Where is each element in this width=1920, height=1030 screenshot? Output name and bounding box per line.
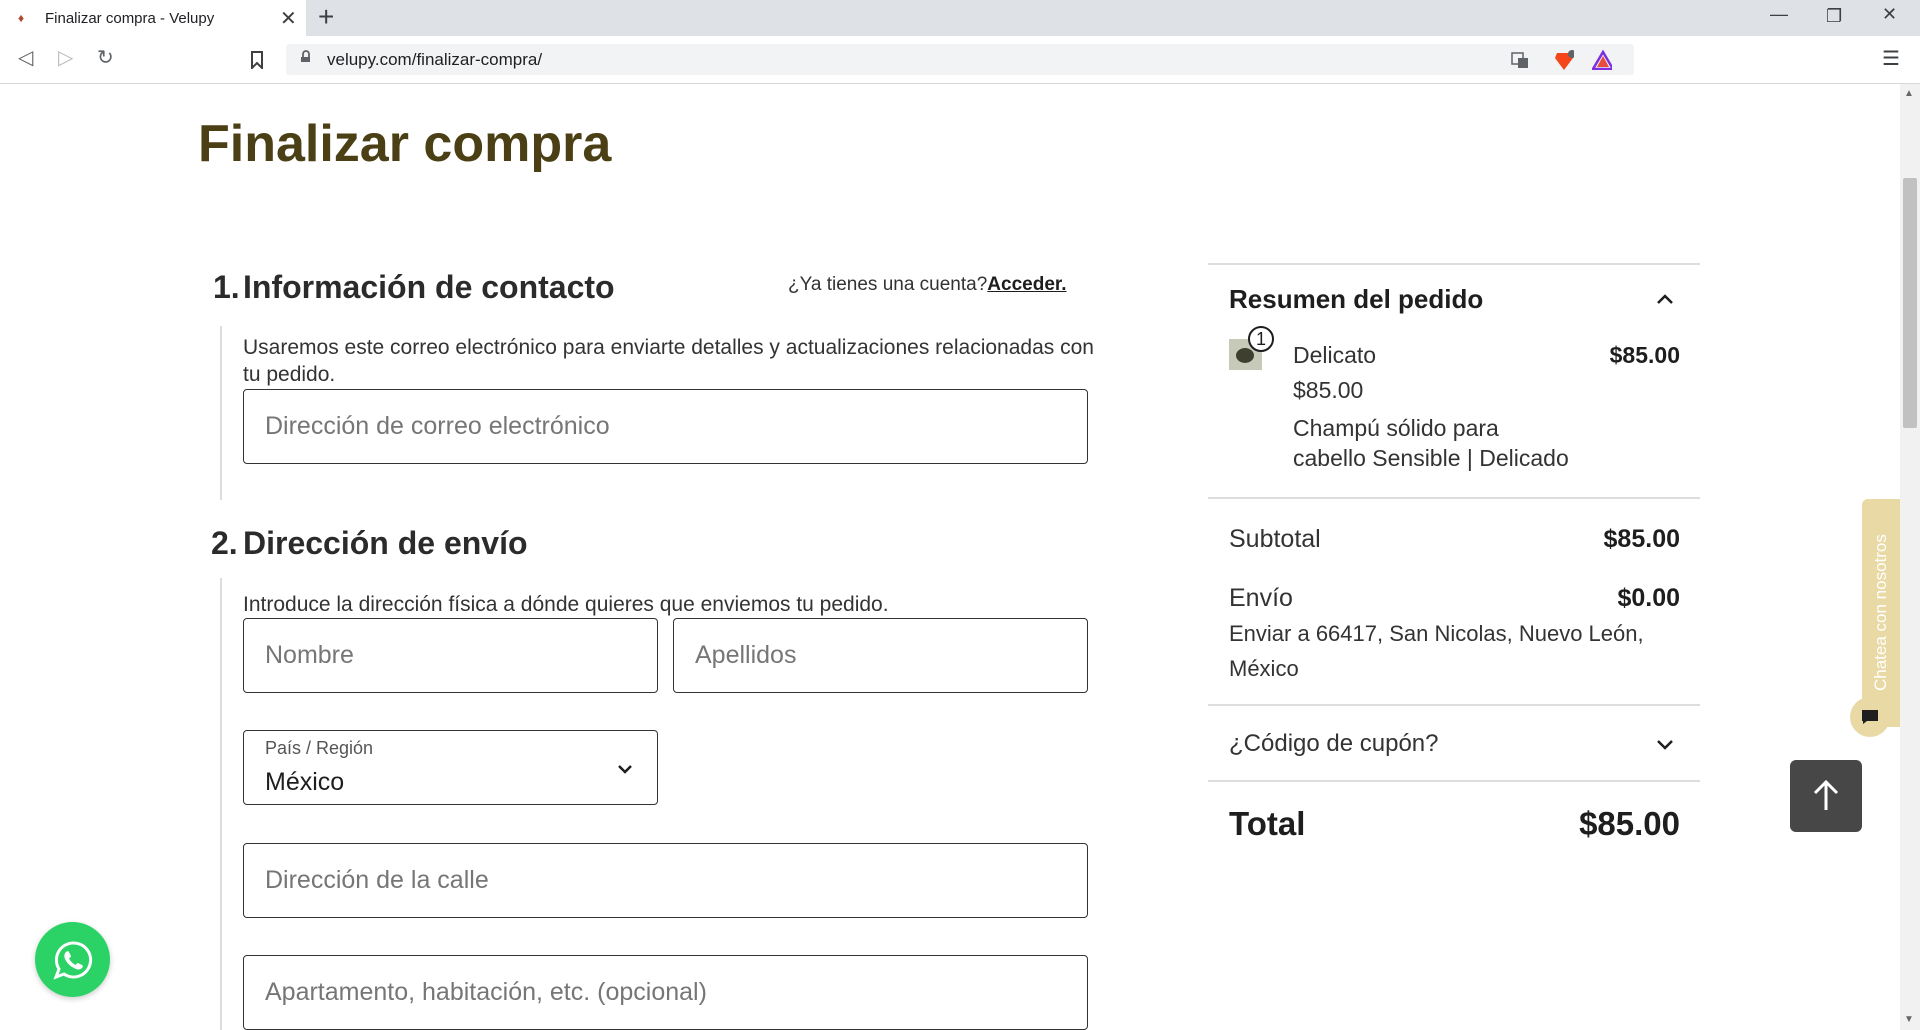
total-label: Total — [1229, 805, 1306, 842]
product-unit-price: $85.00 — [1293, 377, 1364, 403]
back-icon[interactable]: ◁ — [18, 46, 33, 70]
scroll-down-arrow-icon[interactable]: ▼ — [1904, 1014, 1914, 1025]
shipping-value: $0.00 — [1617, 584, 1680, 612]
whatsapp-button[interactable] — [35, 922, 110, 997]
order-summary-title: Resumen del pedido — [1229, 284, 1484, 314]
first-name-field[interactable]: Nombre — [243, 618, 658, 693]
email-placeholder: Dirección de correo electrónico — [265, 412, 610, 440]
browser-toolbar: ◁ ▷ ↻ velupy.com/finalizar-compra/ ☰ — [0, 36, 1920, 84]
country-label: País / Región — [265, 738, 374, 758]
shipping-destination-line2: México — [1229, 656, 1299, 681]
window-close-icon[interactable]: ✕ — [1882, 4, 1897, 25]
address-bar[interactable]: velupy.com/finalizar-compra/ — [286, 44, 1634, 75]
login-question: ¿Ya tienes una cuenta? — [788, 274, 988, 295]
shipping-section-number: 2. — [211, 525, 238, 561]
subtotal-label: Subtotal — [1229, 525, 1321, 553]
quantity-badge: 1 — [1248, 326, 1274, 352]
page-title: Finalizar compra — [198, 115, 612, 173]
chat-tab-label: Chatea con nosotros — [1871, 534, 1890, 692]
apartment-field[interactable]: Apartamento, habitación, etc. (opcional) — [243, 955, 1088, 1030]
chevron-down-icon — [618, 765, 632, 774]
last-name-field[interactable]: Apellidos — [673, 618, 1088, 693]
summary-top-divider — [1208, 263, 1700, 265]
shipping-destination-line1: Enviar a 66417, San Nicolas, Nuevo León, — [1229, 621, 1644, 646]
bookmark-icon[interactable] — [250, 51, 264, 69]
contact-section-title: Información de contacto — [243, 269, 615, 305]
shipping-label: Envío — [1229, 584, 1293, 612]
product-total: $85.00 — [1609, 342, 1680, 368]
restore-icon[interactable]: ❐ — [1826, 6, 1842, 27]
shipping-section-title: Dirección de envío — [243, 525, 528, 561]
product-description-line1: Champú sólido para — [1293, 415, 1499, 441]
velupy-favicon-icon: ♦ — [18, 11, 25, 25]
country-value: México — [265, 768, 345, 796]
contact-section-number: 1. — [213, 269, 240, 305]
chat-icon — [1862, 710, 1878, 724]
login-link[interactable]: Acceder. — [987, 274, 1066, 295]
brave-rewards-icon[interactable] — [1592, 50, 1612, 70]
new-tab-icon[interactable]: + — [318, 2, 334, 32]
shipping-section-rule — [220, 578, 222, 1030]
summary-items-divider — [1208, 497, 1700, 499]
apartment-placeholder: Apartamento, habitación, etc. (opcional) — [265, 978, 707, 1006]
product-description-line2: cabello Sensible | Delicado — [1293, 445, 1569, 471]
shipping-description: Introduce la dirección física a dónde qu… — [243, 593, 889, 616]
product-image — [1236, 348, 1254, 363]
contact-section-rule — [220, 326, 222, 500]
total-value: $85.00 — [1579, 805, 1680, 842]
back-to-top-button[interactable] — [1790, 760, 1862, 832]
brave-shield-icon[interactable] — [1554, 50, 1574, 70]
country-select[interactable]: País / Región México — [243, 730, 658, 805]
street-placeholder: Dirección de la calle — [265, 866, 489, 894]
close-tab-icon[interactable]: ✕ — [280, 6, 297, 31]
reload-icon[interactable]: ↻ — [97, 46, 114, 70]
tab-title: Finalizar compra - Velupy — [45, 10, 215, 27]
first-name-placeholder: Nombre — [265, 641, 354, 669]
email-field[interactable]: Dirección de correo electrónico — [243, 389, 1088, 464]
scrollbar-thumb[interactable] — [1903, 178, 1917, 428]
browser-menu-icon[interactable]: ☰ — [1882, 46, 1900, 71]
url-text: velupy.com/finalizar-compra/ — [327, 50, 543, 69]
contact-description: Usaremos este correo electrónico para en… — [243, 336, 1094, 386]
arrow-up-icon — [1813, 779, 1839, 810]
minimize-icon[interactable]: — — [1770, 4, 1788, 25]
login-prompt: ¿Ya tienes una cuenta?Acceder. — [788, 274, 1067, 296]
chevron-down-icon — [1657, 740, 1673, 750]
coupon-toggle[interactable]: ¿Código de cupón? — [1208, 706, 1700, 780]
browser-tab-bar: ♦ Finalizar compra - Velupy ✕ + — ❐ ✕ — [0, 0, 1920, 36]
product-name: Delicato — [1293, 342, 1377, 368]
last-name-placeholder: Apellidos — [695, 641, 797, 669]
translate-icon[interactable] — [1510, 50, 1530, 70]
subtotal-value: $85.00 — [1603, 525, 1680, 553]
coupon-label: ¿Código de cupón? — [1229, 730, 1439, 757]
chat-bubble-button[interactable] — [1850, 697, 1890, 737]
street-address-field[interactable]: Dirección de la calle — [243, 843, 1088, 918]
lock-icon — [301, 50, 310, 62]
browser-tab[interactable]: ♦ Finalizar compra - Velupy ✕ — [0, 0, 306, 36]
forward-icon[interactable]: ▷ — [58, 46, 73, 70]
chat-tab[interactable]: Chatea con nosotros — [1862, 499, 1900, 727]
scroll-up-arrow-icon[interactable]: ▲ — [1904, 88, 1914, 99]
whatsapp-icon — [53, 941, 93, 980]
chevron-up-icon[interactable] — [1656, 293, 1674, 305]
summary-total-divider — [1208, 780, 1700, 782]
